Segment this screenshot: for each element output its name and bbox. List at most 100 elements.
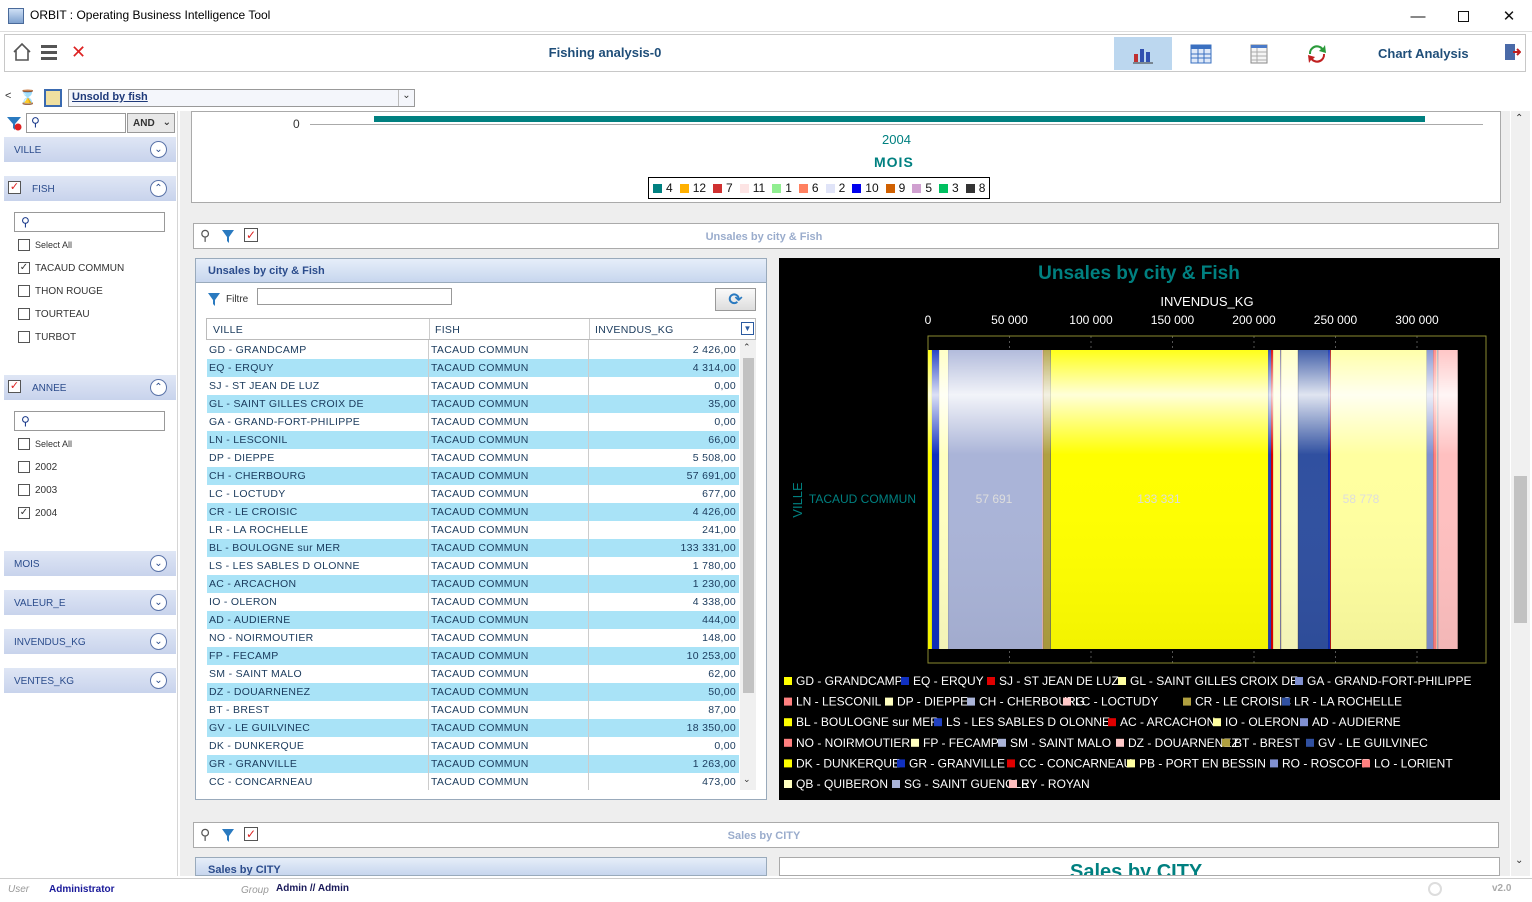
scroll-thumb[interactable] <box>1514 476 1527 623</box>
minimize-button[interactable]: — <box>1395 0 1441 32</box>
table-row[interactable]: DK - DUNKERQUE TACAUD COMMUN 0,00 <box>207 737 739 755</box>
table-row[interactable]: CH - CHERBOURG TACAUD COMMUN 57 691,00 <box>207 467 739 485</box>
fish-option[interactable]: TURBOT <box>18 331 76 343</box>
expand-icon[interactable]: ⌄ <box>150 594 167 611</box>
scroll-down-icon[interactable]: ⌄ <box>743 774 751 785</box>
checkbox[interactable] <box>18 461 30 473</box>
table-row[interactable]: GV - LE GUILVINEC TACAUD COMMUN 18 350,00 <box>207 719 739 737</box>
filter-section-invendus[interactable]: INVENDUS_KG ⌄ <box>4 628 176 654</box>
fish-search-input[interactable]: ⚲ <box>14 212 165 232</box>
fish-option[interactable]: THON ROUGE <box>18 285 103 297</box>
table-row[interactable]: IO - OLERON TACAUD COMMUN 4 338,00 <box>207 593 739 611</box>
chart-analysis-label[interactable]: Chart Analysis <box>1378 46 1469 61</box>
column-header[interactable]: FISH <box>435 324 460 336</box>
column-chooser-icon[interactable]: ▼ <box>741 322 754 335</box>
scroll-thumb[interactable] <box>743 358 754 693</box>
legend-item: 2 <box>825 181 845 195</box>
pivot-icon[interactable] <box>44 89 62 107</box>
annee-option[interactable]: 2002 <box>18 461 57 473</box>
table-row[interactable]: FP - FECAMP TACAUD COMMUN 10 253,00 <box>207 647 739 665</box>
table-row[interactable]: BL - BOULOGNE sur MER TACAUD COMMUN 133 33… <box>207 539 739 557</box>
table-row[interactable]: SJ - ST JEAN DE LUZ TACAUD COMMUN 0,00 <box>207 377 739 395</box>
checkbox[interactable] <box>18 438 30 450</box>
checkbox[interactable]: ✓ <box>18 507 30 519</box>
table-row[interactable]: LS - LES SABLES D OLONNE TACAUD COMMUN 1 7… <box>207 557 739 575</box>
table-cell: TACAUD COMMUN <box>431 740 529 752</box>
table-row[interactable]: GR - GRANVILLE TACAUD COMMUN 1 263,00 <box>207 755 739 773</box>
expand-icon[interactable]: ⌄ <box>150 555 167 572</box>
scroll-up-icon[interactable]: ⌃ <box>1515 113 1523 124</box>
exit-icon[interactable] <box>1503 43 1522 66</box>
refresh-view-button[interactable] <box>1288 37 1346 70</box>
annee-option[interactable]: 2003 <box>18 484 57 496</box>
expand-icon[interactable]: ⌄ <box>150 672 167 689</box>
table-row[interactable]: GL - SAINT GILLES CROIX DE TACAUD COMMUN 3… <box>207 395 739 413</box>
table-row[interactable]: DP - DIEPPE TACAUD COMMUN 5 508,00 <box>207 449 739 467</box>
table-row[interactable]: CR - LE CROISIC TACAUD COMMUN 4 426,00 <box>207 503 739 521</box>
table-cell: TACAUD COMMUN <box>431 704 529 716</box>
table-row[interactable]: AC - ARCACHON TACAUD COMMUN 1 230,00 <box>207 575 739 593</box>
hourglass-icon[interactable]: ⌛ <box>19 89 36 106</box>
collapse-left-icon[interactable]: < <box>5 90 11 102</box>
annee-option[interactable]: ✓ 2004 <box>18 507 57 519</box>
chart-view-button[interactable] <box>1114 37 1172 70</box>
legend-label: 1 <box>785 181 792 195</box>
filter-section-annee[interactable]: ✓ ANNEE ⌃ <box>4 374 176 400</box>
checkbox[interactable] <box>18 285 30 297</box>
table-row[interactable]: LN - LESCONIL TACAUD COMMUN 66,00 <box>207 431 739 449</box>
table-cell: EQ - ERQUY <box>209 362 274 374</box>
filter-section-fish[interactable]: ✓ FISH ⌃ <box>4 175 176 201</box>
main-scrollbar[interactable]: ⌃ ⌄ <box>1511 111 1530 876</box>
collapse-icon[interactable]: ⌃ <box>150 180 167 197</box>
fish-option[interactable]: Select All <box>18 239 72 251</box>
expand-icon[interactable]: ⌄ <box>150 141 167 158</box>
scroll-up-icon[interactable]: ⌃ <box>743 342 751 353</box>
table-cell: 4 338,00 <box>692 596 736 608</box>
table-row[interactable]: CC - CONCARNEAU TACAUD COMMUN 473,00 <box>207 773 739 791</box>
table-row[interactable]: DZ - DOUARNENEZ TACAUD COMMUN 50,00 <box>207 683 739 701</box>
table-cell: BT - BREST <box>209 704 270 716</box>
checkbox[interactable] <box>18 331 30 343</box>
sheet-view-button[interactable] <box>1230 37 1288 70</box>
annee-search-input[interactable]: ⚲ <box>14 411 165 431</box>
sidebar-search-input[interactable]: ⚲ <box>26 113 126 133</box>
filter-section-valeur[interactable]: VALEUR_E ⌄ <box>4 589 176 615</box>
table-row[interactable]: LR - LA ROCHELLE TACAUD COMMUN 241,00 <box>207 521 739 539</box>
checkbox[interactable] <box>18 239 30 251</box>
table-row[interactable]: AD - AUDIERNE TACAUD COMMUN 444,00 <box>207 611 739 629</box>
filter-section-ville[interactable]: VILLE ⌄ <box>4 136 176 162</box>
expand-icon[interactable]: ⌄ <box>150 633 167 650</box>
checkbox[interactable] <box>18 484 30 496</box>
maximize-button[interactable] <box>1440 0 1486 32</box>
filter-clear-icon[interactable] <box>6 115 22 131</box>
column-header[interactable]: VILLE <box>213 324 243 336</box>
collapse-icon[interactable]: ⌃ <box>150 379 167 396</box>
fish-option[interactable]: ✓ TACAUD COMMUN <box>18 262 124 274</box>
filter-input[interactable] <box>257 288 452 305</box>
table-cell: TACAUD COMMUN <box>431 578 529 590</box>
table-row[interactable]: GD - GRANDCAMP TACAUD COMMUN 2 426,00 <box>207 341 739 359</box>
table-row[interactable]: LC - LOCTUDY TACAUD COMMUN 677,00 <box>207 485 739 503</box>
checkbox[interactable]: ✓ <box>18 262 30 274</box>
table-row[interactable]: NO - NOIRMOUTIER TACAUD COMMUN 148,00 <box>207 629 739 647</box>
filter-section-mois[interactable]: MOIS ⌄ <box>4 550 176 576</box>
grid-scrollbar[interactable]: ⌃ ⌄ <box>740 340 756 790</box>
refresh-button[interactable]: ⟳ <box>715 288 756 311</box>
operator-select[interactable]: AND ⌄ <box>127 113 175 133</box>
grid-view-button[interactable] <box>1172 37 1230 70</box>
chevron-down-icon[interactable]: ⌄ <box>398 90 414 106</box>
checkbox[interactable] <box>18 308 30 320</box>
table-row[interactable]: EQ - ERQUY TACAUD COMMUN 4 314,00 <box>207 359 739 377</box>
analysis-select[interactable]: Unsold by fish <box>68 89 415 107</box>
fish-option[interactable]: TOURTEAU <box>18 308 90 320</box>
close-window-button[interactable]: ✕ <box>1486 0 1532 32</box>
table-row[interactable]: SM - SAINT MALO TACAUD COMMUN 62,00 <box>207 665 739 683</box>
main-toolbar: ✕ Fishing analysis-0 Chart Analysis <box>4 34 1526 72</box>
scroll-down-icon[interactable]: ⌄ <box>1515 855 1523 866</box>
legend-label: RY - ROYAN <box>1021 777 1090 791</box>
table-row[interactable]: GA - GRAND-FORT-PHILIPPE TACAUD COMMUN 0,0… <box>207 413 739 431</box>
annee-option[interactable]: Select All <box>18 438 72 450</box>
table-row[interactable]: BT - BREST TACAUD COMMUN 87,00 <box>207 701 739 719</box>
column-header[interactable]: INVENDUS_KG <box>595 324 674 336</box>
filter-section-ventes[interactable]: VENTES_KG ⌄ <box>4 667 176 693</box>
